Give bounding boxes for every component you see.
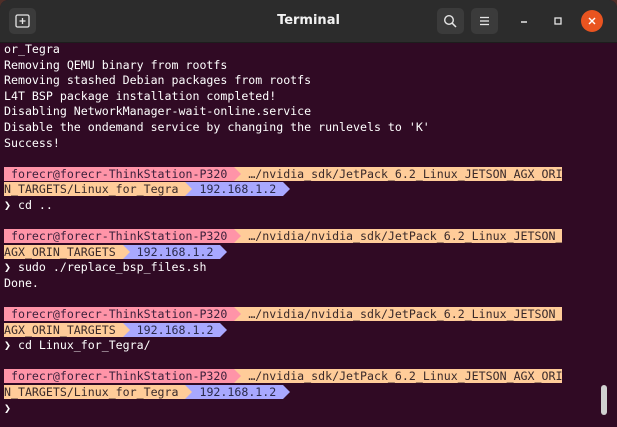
prompt-line-1: forecr@forecr-ThinkStation-P320 …/nvidia…	[4, 369, 604, 385]
prompt-ip-segment: 192.168.1.2	[192, 182, 284, 197]
command-text: cd ..	[10, 197, 53, 212]
prompt-symbol: ❯	[4, 260, 11, 275]
command-text: sudo ./replace_bsp_files.sh	[10, 260, 207, 275]
prompt-path-segment: N_TARGETS/Linux_for_Tegra	[4, 385, 186, 400]
terminal-window: Terminal or_Tegra Removing QEMU binary f…	[0, 0, 617, 427]
minimize-icon	[521, 21, 527, 23]
prompt-line-1: forecr@forecr-ThinkStation-P320 …/nvidia…	[4, 229, 604, 245]
output-line: Removing stashed Debian packages from ro…	[4, 73, 312, 88]
prompt-symbol: ❯	[4, 400, 11, 415]
command-text: cd Linux_for_Tegra/	[10, 338, 151, 353]
output-line: L4T BSP package installation completed!	[4, 88, 277, 103]
command-line[interactable]: ❯	[4, 401, 604, 417]
menu-button[interactable]	[471, 8, 498, 34]
prompt-path-segment: AGX_ORIN_TARGETS	[4, 244, 123, 259]
prompt-line-2: N_TARGETS/Linux_for_Tegra 192.168.1.2	[4, 182, 604, 198]
prompt-line-1: forecr@forecr-ThinkStation-P320 …/nvidia…	[4, 307, 604, 323]
prompt-path-segment: …/nvidia/nvidia_sdk/JetPack_6.2_Linux_JE…	[241, 229, 563, 244]
powerline-separator-icon	[220, 244, 228, 259]
prompt-ip-segment: 192.168.1.2	[129, 322, 221, 337]
powerline-separator-icon	[122, 322, 130, 337]
prompt-line-2: AGX_ORIN_TARGETS 192.168.1.2	[4, 322, 604, 339]
prompt-ip-segment: 192.168.1.2	[129, 244, 221, 259]
prompt-user-segment: forecr@forecr-ThinkStation-P320	[4, 307, 235, 322]
terminal-output[interactable]: or_Tegra Removing QEMU binary from rootf…	[4, 42, 604, 427]
prompt-path-segment: AGX_ORIN_TARGETS	[4, 322, 123, 337]
search-icon	[443, 14, 457, 28]
maximize-icon	[554, 17, 562, 25]
output-line: or_Tegra	[4, 42, 60, 56]
output-line: Disable the ondemand service by changing…	[4, 119, 430, 134]
search-button[interactable]	[437, 8, 464, 34]
prompt-path-segment: N_TARGETS/Linux_for_Tegra	[4, 182, 186, 197]
prompt-line-1: forecr@forecr-ThinkStation-P320 …/nvidia…	[4, 166, 604, 183]
prompt-symbol: ❯	[4, 197, 11, 212]
command-line: ❯ cd Linux_for_Tegra/	[4, 338, 604, 354]
command-line: ❯ cd ..	[4, 198, 604, 214]
output-line: Done.	[4, 275, 39, 290]
powerline-separator-icon	[122, 244, 130, 259]
command-line: ❯ sudo ./replace_bsp_files.sh	[4, 260, 604, 276]
prompt-line-2: AGX_ORIN_TARGETS 192.168.1.2	[4, 244, 604, 261]
hamburger-menu-icon	[480, 16, 489, 26]
output-line: Disabling NetworkManager-wait-online.ser…	[4, 104, 312, 119]
prompt-line-2: N_TARGETS/Linux_for_Tegra 192.168.1.2	[4, 385, 604, 401]
powerline-separator-icon	[283, 385, 291, 400]
prompt-ip-segment: 192.168.1.2	[192, 385, 284, 400]
powerline-separator-icon	[220, 322, 228, 337]
prompt-user-segment: forecr@forecr-ThinkStation-P320	[4, 166, 235, 181]
close-button[interactable]	[581, 10, 603, 32]
title-bar: Terminal	[0, 0, 617, 43]
prompt-user-segment: forecr@forecr-ThinkStation-P320	[4, 369, 235, 384]
output-line: Removing QEMU binary from rootfs	[4, 57, 228, 72]
output-line: Success!	[4, 135, 60, 150]
prompt-path-segment: …/nvidia_sdk/JetPack_6.2_Linux_JETSON_AG…	[241, 369, 563, 384]
scrollbar[interactable]	[601, 385, 607, 415]
prompt-symbol: ❯	[4, 338, 11, 353]
minimize-button[interactable]	[513, 10, 535, 32]
close-icon	[588, 17, 596, 25]
powerline-separator-icon	[283, 182, 291, 197]
maximize-button[interactable]	[547, 10, 569, 32]
prompt-path-segment: …/nvidia_sdk/JetPack_6.2_Linux_JETSON_AG…	[241, 166, 563, 181]
prompt-path-segment: …/nvidia/nvidia_sdk/JetPack_6.2_Linux_JE…	[241, 307, 563, 322]
prompt-user-segment: forecr@forecr-ThinkStation-P320	[4, 229, 235, 244]
